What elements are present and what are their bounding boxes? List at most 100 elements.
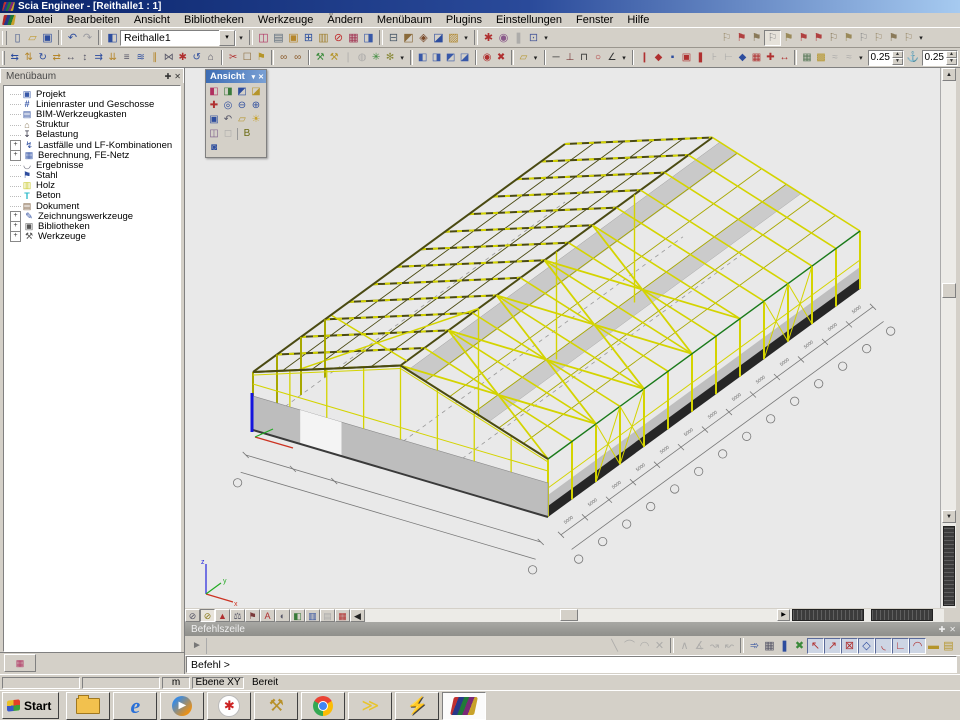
load-panel-12-icon[interactable]: ⚑ bbox=[886, 30, 901, 46]
close-icon[interactable]: ✕ bbox=[258, 73, 264, 81]
snap-spline-icon[interactable]: ↜ bbox=[722, 638, 737, 654]
light-icon[interactable]: ☀ bbox=[249, 113, 263, 127]
load-panel-8-icon[interactable]: ⚐ bbox=[826, 30, 841, 46]
select-line-icon[interactable]: ✂ bbox=[226, 50, 240, 66]
eye-icon[interactable]: ◉ bbox=[480, 50, 494, 66]
clip-active-icon[interactable]: ⊘ bbox=[200, 609, 215, 622]
snap-polygon-icon[interactable]: ◇ bbox=[858, 638, 875, 654]
axis-icon[interactable]: ✚ bbox=[207, 99, 221, 113]
horizontal-scrollbar[interactable]: ▶ bbox=[365, 609, 944, 622]
params-b-icon[interactable]: B bbox=[240, 127, 254, 141]
zoom-all-icon[interactable]: ◎ bbox=[221, 99, 235, 113]
zoom-dropdown[interactable]: ▾ bbox=[397, 54, 407, 62]
member-dim-icon[interactable]: ⊦ bbox=[707, 50, 721, 66]
move-icon[interactable]: ⇆ bbox=[8, 50, 22, 66]
measure-icon[interactable]: ❘ bbox=[341, 50, 355, 66]
view-axo-2-icon[interactable]: ◨ bbox=[221, 85, 235, 99]
export-gray2-icon[interactable]: ≈ bbox=[842, 50, 856, 66]
binoculars2-icon[interactable]: ∞ bbox=[291, 50, 305, 66]
render-folder-icon[interactable]: ▱ bbox=[235, 113, 249, 127]
command-input[interactable]: Befehl > bbox=[186, 656, 957, 673]
copy-icon[interactable]: ⇅ bbox=[22, 50, 36, 66]
quicklaunch-hands-app[interactable]: ✱ bbox=[207, 692, 251, 720]
member-trim-icon[interactable]: ▣ bbox=[679, 50, 693, 66]
select-flag-icon[interactable]: ⚑ bbox=[254, 50, 268, 66]
angle-icon[interactable]: ∠ bbox=[605, 50, 619, 66]
intersect-icon[interactable]: ⋈ bbox=[162, 50, 176, 66]
menu-item-bibliotheken[interactable]: Bibliotheken bbox=[177, 13, 251, 27]
command-line-header[interactable]: Befehlszeile ✚ ✕ bbox=[185, 622, 960, 636]
print-dropdown[interactable]: ▾ bbox=[461, 34, 471, 42]
tree-item-lastf-lle-und-lf-kombinationen[interactable]: +↯Lastfälle und LF-Kombinationen bbox=[6, 140, 180, 150]
menu-item-werkzeuge[interactable]: Werkzeuge bbox=[251, 13, 320, 27]
cursor-mode-icon[interactable]: ► bbox=[188, 638, 207, 654]
select-poly-icon[interactable]: ☐ bbox=[240, 50, 254, 66]
combo-history-dropdown[interactable]: ▾ bbox=[236, 34, 246, 42]
status-plane[interactable]: Ebene XY bbox=[192, 677, 244, 689]
rotate-icon[interactable]: ↻ bbox=[36, 50, 50, 66]
measure2-icon[interactable]: ◍ bbox=[355, 50, 369, 66]
origin-icon[interactable]: ⌂ bbox=[204, 50, 218, 66]
loads-display-icon[interactable]: ⚖ bbox=[230, 609, 245, 622]
sidebar-tab-menubaum[interactable]: ▦ bbox=[4, 654, 36, 672]
table-composer-icon[interactable]: ▦ bbox=[346, 30, 361, 46]
load-panel-10-icon[interactable]: ⚐ bbox=[856, 30, 871, 46]
node-icon[interactable]: ↺ bbox=[190, 50, 204, 66]
quicklaunch-winamp[interactable]: ⚡ bbox=[395, 692, 439, 720]
tree-item-bibliotheken[interactable]: +▣Bibliotheken bbox=[6, 221, 180, 231]
member-divide-icon[interactable]: ❙ bbox=[637, 50, 651, 66]
load-panel-11-icon[interactable]: ⚐ bbox=[871, 30, 886, 46]
section-display-icon[interactable]: ◧ bbox=[290, 609, 305, 622]
line-icon[interactable]: ─ bbox=[549, 50, 563, 66]
load-panel-13-icon[interactable]: ⚐ bbox=[901, 30, 916, 46]
member-mirror-icon[interactable]: ◆ bbox=[735, 50, 749, 66]
project-data-icon[interactable]: ◫ bbox=[256, 30, 271, 46]
redo-icon[interactable]: ↷ bbox=[80, 30, 95, 46]
scroll-right-icon[interactable]: ▶ bbox=[777, 609, 790, 621]
member-extend-icon[interactable]: ❚ bbox=[693, 50, 707, 66]
zoom-previous-icon[interactable]: ↶ bbox=[221, 113, 235, 127]
snap-cancel-icon[interactable]: ✕ bbox=[652, 638, 667, 654]
spin-down-icon[interactable]: ▼ bbox=[892, 58, 903, 65]
document-icon[interactable]: ◪ bbox=[431, 30, 446, 46]
window-paste-icon[interactable]: ◨ bbox=[430, 50, 444, 66]
open-icon[interactable]: ▱ bbox=[25, 30, 40, 46]
member-cut-icon[interactable]: ⊢ bbox=[721, 50, 735, 66]
link-scale-icon[interactable]: ⚓ bbox=[906, 50, 920, 66]
draw-dropdown[interactable]: ▾ bbox=[619, 54, 629, 62]
model-icon[interactable]: ▤ bbox=[271, 30, 286, 46]
volume-display-icon[interactable]: ▥ bbox=[305, 609, 320, 622]
snap-vector-icon[interactable]: ∡ bbox=[692, 638, 707, 654]
picture-icon[interactable]: ▨ bbox=[446, 30, 461, 46]
snap-intersection-icon[interactable]: ⊠ bbox=[841, 638, 858, 654]
horizontal-scroll-thumb[interactable] bbox=[560, 609, 578, 621]
tree-item-beton[interactable]: TBeton bbox=[6, 191, 180, 201]
clip-drawing-icon[interactable]: ⊘ bbox=[185, 609, 200, 622]
quicklaunch-scia-engineer[interactable] bbox=[442, 692, 486, 720]
save-icon[interactable]: ▣ bbox=[40, 30, 55, 46]
tree-item-dokument[interactable]: ▤Dokument bbox=[6, 201, 180, 211]
menu-item-fenster[interactable]: Fenster bbox=[569, 13, 620, 27]
tree-item-bim-werkzeugkasten[interactable]: ▤BIM-Werkzeugkasten bbox=[6, 109, 180, 119]
text-display-icon[interactable]: A bbox=[260, 609, 275, 622]
array2-icon[interactable]: ⇊ bbox=[106, 50, 120, 66]
quicklaunch-tools-app[interactable]: ⚒ bbox=[254, 692, 298, 720]
gallery-icon[interactable]: ◈ bbox=[416, 30, 431, 46]
dot-grid-icon[interactable]: ▦ bbox=[762, 638, 777, 654]
circle-icon[interactable]: ○ bbox=[591, 50, 605, 66]
snap-endpoint-icon[interactable]: ↖ bbox=[807, 638, 824, 654]
tree-item-projekt[interactable]: ▣Projekt bbox=[6, 89, 180, 99]
quicklaunch-internet-explorer[interactable]: e bbox=[113, 692, 157, 720]
open-layer-icon[interactable]: ▱ bbox=[517, 50, 531, 66]
zoom-in-icon[interactable]: ⊕ bbox=[249, 99, 263, 113]
load-panel-4-icon[interactable]: ⚐ bbox=[764, 30, 781, 46]
view-axo-3-icon[interactable]: ◩ bbox=[235, 85, 249, 99]
snap-table-icon[interactable]: ▤ bbox=[941, 638, 956, 654]
quicklaunch-arrows-app[interactable]: ≫ bbox=[348, 692, 392, 720]
bracket-icon[interactable]: ⊓ bbox=[577, 50, 591, 66]
quicklaunch-media-player[interactable]: ▶ bbox=[160, 692, 204, 720]
tree-item-belastung[interactable]: ↧Belastung bbox=[6, 130, 180, 140]
member-stretch-icon[interactable]: ↔ bbox=[777, 50, 791, 66]
array-icon[interactable]: ⇉ bbox=[92, 50, 106, 66]
binoculars-icon[interactable]: ∞ bbox=[277, 50, 291, 66]
